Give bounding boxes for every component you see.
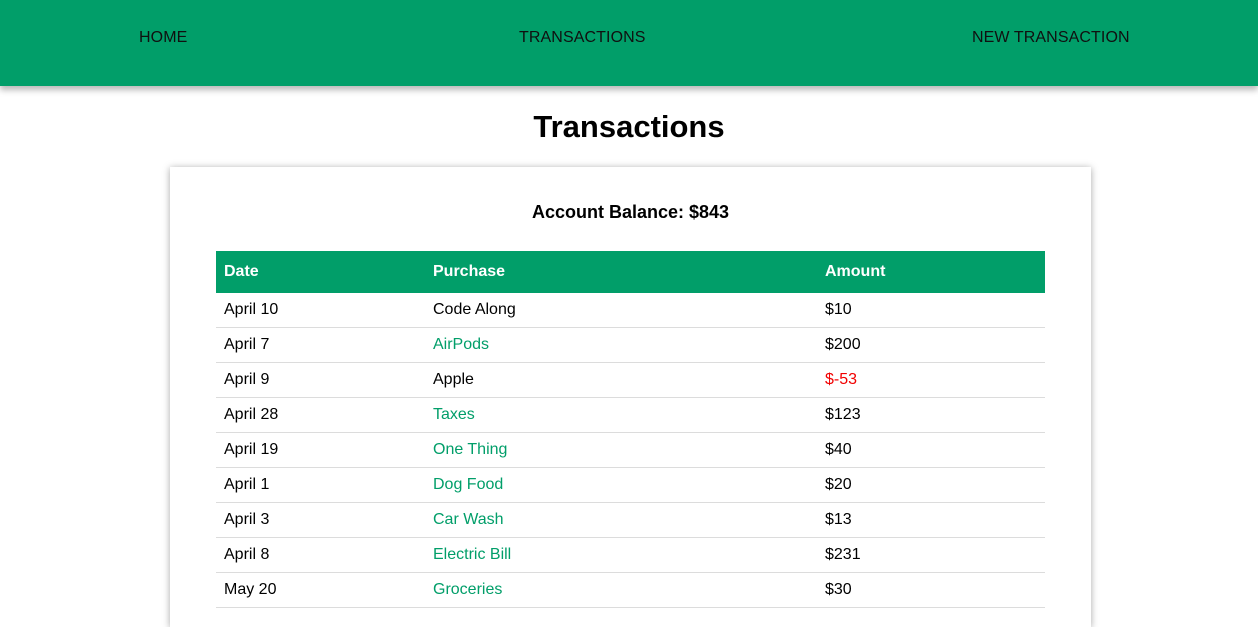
transactions-card: Account Balance: $843 Date Purchase Amou… xyxy=(170,167,1091,627)
table-row: April 28 Taxes $123 xyxy=(216,397,1045,433)
nav-home-link[interactable]: HOME xyxy=(139,29,187,47)
header-purchase: Purchase xyxy=(433,263,506,280)
nav-transactions-link[interactable]: TRANSACTIONS xyxy=(519,29,646,47)
top-navbar: HOME TRANSACTIONS NEW TRANSACTION xyxy=(0,0,1258,86)
row-amount: $40 xyxy=(817,432,1045,468)
row-amount: $10 xyxy=(817,293,1045,328)
row-purchase: Apple xyxy=(425,362,817,398)
row-purchase-link[interactable]: Car Wash xyxy=(425,502,817,538)
row-purchase-link[interactable]: Electric Bill xyxy=(425,537,817,573)
transactions-table: Date Purchase Amount April 10 Code Along… xyxy=(216,251,1045,608)
row-date: April 8 xyxy=(216,537,425,573)
row-date: April 10 xyxy=(216,293,425,328)
row-amount: $30 xyxy=(817,572,1045,608)
table-row: April 19 One Thing $40 xyxy=(216,432,1045,468)
header-amount: Amount xyxy=(825,263,886,280)
row-purchase-link[interactable]: AirPods xyxy=(425,327,817,363)
header-date: Date xyxy=(224,263,259,280)
row-amount: $13 xyxy=(817,502,1045,538)
row-date: April 9 xyxy=(216,362,425,398)
page-title: Transactions xyxy=(533,109,725,144)
table-row: May 20 Groceries $30 xyxy=(216,572,1045,608)
row-amount: $20 xyxy=(817,467,1045,503)
row-purchase-link[interactable]: Dog Food xyxy=(425,467,817,503)
table-row: April 8 Electric Bill $231 xyxy=(216,537,1045,573)
row-date: April 7 xyxy=(216,327,425,363)
account-balance: Account Balance: $843 xyxy=(531,202,730,222)
row-purchase: Code Along xyxy=(425,293,817,328)
row-date: April 19 xyxy=(216,432,425,468)
row-amount-negative: $-53 xyxy=(817,362,1045,398)
row-date: April 1 xyxy=(216,467,425,503)
nav-new-transaction-link[interactable]: NEW TRANSACTION xyxy=(972,29,1130,47)
table-row: April 7 AirPods $200 xyxy=(216,327,1045,363)
row-date: April 28 xyxy=(216,397,425,433)
table-row: April 10 Code Along $10 xyxy=(216,293,1045,328)
row-amount: $231 xyxy=(817,537,1045,573)
table-header-row: Date Purchase Amount xyxy=(216,251,1045,293)
row-amount: $200 xyxy=(817,327,1045,363)
row-date: May 20 xyxy=(216,572,425,608)
row-purchase-link[interactable]: Taxes xyxy=(425,397,817,433)
table-row: April 9 Apple $-53 xyxy=(216,362,1045,398)
row-purchase-link[interactable]: Groceries xyxy=(425,572,817,608)
row-purchase-link[interactable]: One Thing xyxy=(425,432,817,468)
row-date: April 3 xyxy=(216,502,425,538)
table-row: April 1 Dog Food $20 xyxy=(216,467,1045,503)
row-amount: $123 xyxy=(817,397,1045,433)
table-row: April 3 Car Wash $13 xyxy=(216,502,1045,538)
